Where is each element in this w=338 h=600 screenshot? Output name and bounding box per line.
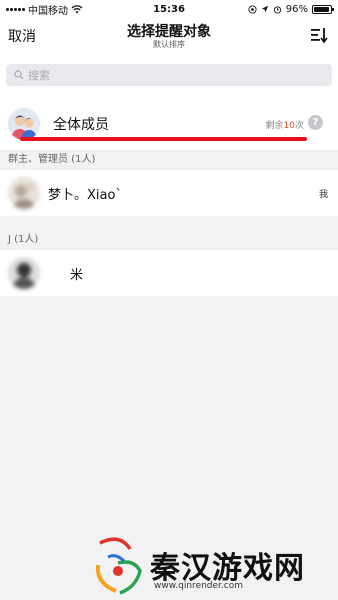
- sort-mode-label: 默认排序: [153, 40, 185, 49]
- battery-icon: [312, 4, 334, 14]
- section-header-j: J (1人): [0, 230, 338, 250]
- watermark-url: www.qinrender.com: [154, 581, 243, 591]
- remain-number: 10: [283, 121, 295, 131]
- search-area: 搜索: [0, 52, 338, 98]
- section-header-admins: 群主、管理员 (1人): [0, 150, 338, 170]
- carrier-label: 中国移动: [28, 5, 68, 17]
- search-placeholder: 搜索: [28, 69, 50, 82]
- member-name: 梦卜。Xiao`: [48, 188, 122, 203]
- member-name: 米: [70, 268, 84, 283]
- location-icon: [248, 4, 257, 14]
- group-avatar-icon: [8, 108, 40, 140]
- watermark: 秦汉游戏网 www.qinrender.com: [90, 535, 330, 600]
- battery-percent: 96%: [285, 3, 308, 15]
- member-row[interactable]: 梦卜。Xiao` 我: [0, 170, 338, 216]
- member-row[interactable]: 米: [0, 250, 338, 296]
- remain-prefix: 剩余: [265, 121, 284, 131]
- status-bar: 中国移动 15:36 96%: [0, 0, 338, 18]
- signal-icon: [6, 7, 25, 11]
- watermark-logo-icon: [95, 537, 142, 595]
- self-tag: 我: [318, 190, 328, 200]
- sort-icon[interactable]: [310, 26, 328, 44]
- search-input[interactable]: 搜索: [6, 64, 332, 86]
- member-avatar: [8, 257, 40, 289]
- red-underline-annotation: [20, 137, 307, 141]
- navigation-bar: 取消 选择提醒对象 默认排序: [0, 18, 338, 52]
- alarm-icon: [273, 5, 281, 14]
- search-icon: [14, 70, 24, 80]
- all-members-label: 全体成员: [53, 117, 109, 133]
- wifi-icon: [71, 4, 83, 13]
- page-title: 选择提醒对象: [127, 24, 211, 40]
- member-avatar: [8, 177, 40, 209]
- remaining-count: 剩余10次: [266, 118, 304, 131]
- navigation-arrow-icon: [261, 5, 268, 13]
- help-icon[interactable]: ?: [308, 115, 323, 130]
- remain-suffix: 次: [294, 121, 304, 131]
- all-members-row[interactable]: 全体成员 剩余10次 ?: [0, 98, 338, 150]
